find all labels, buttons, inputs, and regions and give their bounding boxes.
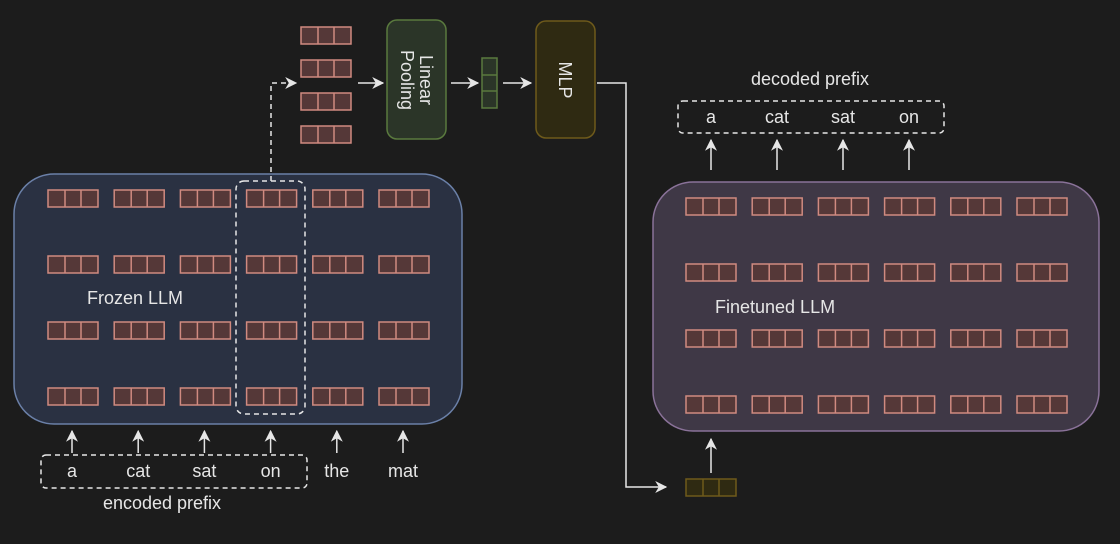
token-embedding xyxy=(245,189,298,208)
token-embedding xyxy=(300,92,352,111)
token-embedding xyxy=(378,189,430,208)
token-word: a xyxy=(67,461,78,481)
token-embedding xyxy=(950,395,1002,414)
token-word: cat xyxy=(765,107,789,127)
token-embedding xyxy=(245,387,298,406)
dashed-arrow-to-stack xyxy=(270,77,298,181)
token-embedding xyxy=(685,263,737,282)
token-embedding xyxy=(751,395,803,414)
token-embedding xyxy=(817,329,870,348)
token-word: sat xyxy=(831,107,855,127)
token-embedding xyxy=(47,189,99,208)
token-embedding xyxy=(47,321,99,340)
token-embedding xyxy=(1016,263,1068,282)
token-embedding xyxy=(883,197,936,216)
token-embedding xyxy=(817,395,870,414)
decoded-prefix-title: decoded prefix xyxy=(751,69,869,89)
token-embedding xyxy=(179,255,232,274)
token-embedding xyxy=(950,329,1002,348)
token-embedding xyxy=(113,255,165,274)
token-embedding xyxy=(245,321,298,340)
token-word: sat xyxy=(192,461,216,481)
token-embedding xyxy=(312,321,364,340)
frozen-llm-label: Frozen LLM xyxy=(87,288,183,308)
token-embedding xyxy=(47,387,99,406)
token-embedding xyxy=(113,189,165,208)
token-embedding xyxy=(883,329,936,348)
token-embedding xyxy=(751,329,803,348)
pooled-vector xyxy=(481,57,498,109)
token-embedding xyxy=(312,189,364,208)
token-embedding xyxy=(1016,197,1068,216)
token-embedding xyxy=(179,387,232,406)
input-tokens: a cat sat on the mat xyxy=(66,429,418,481)
token-word: mat xyxy=(388,461,418,481)
token-embedding xyxy=(300,125,352,144)
finetuned-llm-label: Finetuned LLM xyxy=(715,297,835,317)
token-word: on xyxy=(899,107,919,127)
token-word: on xyxy=(261,461,281,481)
token-embedding xyxy=(245,255,298,274)
token-embedding xyxy=(1016,395,1068,414)
token-embedding xyxy=(113,387,165,406)
token-embedding xyxy=(950,197,1002,216)
token-word: the xyxy=(324,461,349,481)
token-embedding xyxy=(378,387,430,406)
token-embedding xyxy=(883,263,936,282)
token-embedding xyxy=(47,255,99,274)
linear-pooling-label-1: Linear xyxy=(416,55,436,105)
token-embedding xyxy=(685,395,737,414)
token-embedding xyxy=(883,395,936,414)
linear-pooling-label-2: Pooling xyxy=(397,50,417,110)
token-embedding xyxy=(312,387,364,406)
token-embedding xyxy=(751,263,803,282)
token-word: cat xyxy=(126,461,150,481)
extracted-hidden-states xyxy=(300,26,352,144)
token-embedding xyxy=(751,197,803,216)
token-embedding xyxy=(378,321,430,340)
token-embedding xyxy=(1016,329,1068,348)
architecture-diagram: Frozen LLM Linear Pooling MLP Finetuned … xyxy=(13,19,1100,513)
token-embedding xyxy=(300,26,352,45)
token-embedding xyxy=(378,255,430,274)
encoded-prefix-title: encoded prefix xyxy=(103,493,221,513)
token-embedding xyxy=(179,321,232,340)
frozen-llm-box xyxy=(13,173,463,425)
token-embedding xyxy=(817,197,870,216)
prefix-embedding xyxy=(685,478,737,497)
token-embedding xyxy=(950,263,1002,282)
token-embedding xyxy=(685,197,737,216)
mlp-label: MLP xyxy=(555,61,575,98)
token-embedding xyxy=(300,59,352,78)
token-embedding xyxy=(685,329,737,348)
token-embedding xyxy=(817,263,870,282)
token-embedding xyxy=(179,189,232,208)
decoded-prefix-tokens: a cat sat on xyxy=(705,107,919,170)
token-embedding xyxy=(113,321,165,340)
token-embedding xyxy=(312,255,364,274)
token-word: a xyxy=(706,107,717,127)
